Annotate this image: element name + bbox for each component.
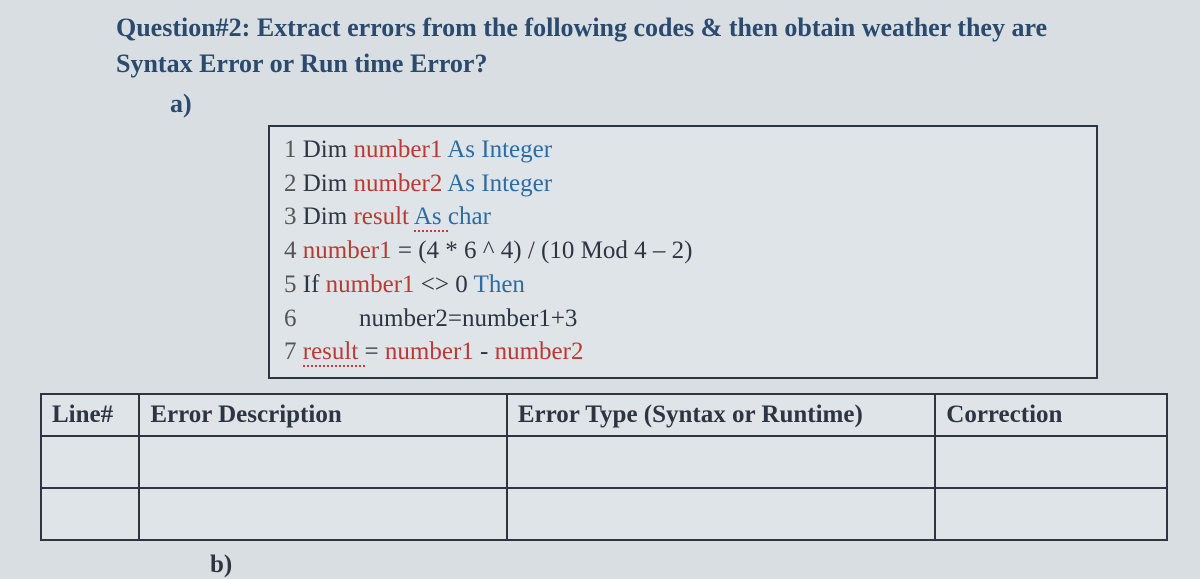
code-token: Integer (481, 136, 552, 163)
table-cell-corr (935, 488, 1167, 540)
code-token: char (448, 203, 491, 230)
error-table: Line# Error Description Error Type (Synt… (40, 393, 1168, 541)
code-token: number2 (353, 170, 447, 197)
table-cell-desc (139, 436, 507, 488)
part-b-label: b) (210, 551, 1170, 579)
code-token: number2=number1+3 (303, 305, 578, 332)
col-header-type: Error Type (Syntax or Runtime) (507, 394, 935, 436)
code-token: As (447, 136, 481, 163)
code-token: As (447, 170, 481, 197)
code-token: As (414, 203, 448, 232)
code-line: 3 Dim result As char (284, 200, 1082, 234)
code-token: Dim (303, 203, 354, 230)
table-cell-line (41, 488, 139, 540)
code-line: 4 number1 = (4 * 6 ^ 4) / (10 Mod 4 – 2) (284, 234, 1082, 268)
table-row (41, 488, 1167, 540)
part-a-label: a) (170, 89, 1170, 119)
code-token: number1 (353, 136, 447, 163)
table-row (41, 436, 1167, 488)
line-number: 3 (284, 203, 303, 230)
table-cell-corr (935, 436, 1167, 488)
question-prompt: Question#2: Extract errors from the foll… (116, 10, 1096, 83)
col-header-line: Line# (41, 394, 139, 436)
code-token: If (303, 271, 326, 298)
table-cell-desc (139, 488, 507, 540)
code-token: = (4 * 6 ^ 4) / (10 Mod 4 – 2) (398, 237, 693, 264)
code-token: Then (474, 271, 525, 298)
table-cell-line (41, 436, 139, 488)
line-number: 1 (284, 136, 303, 163)
code-block: 1 Dim number1 As Integer2 Dim number2 As… (268, 125, 1098, 379)
line-number: 7 (284, 338, 303, 365)
line-number: 5 (284, 271, 303, 298)
line-number: 4 (284, 237, 303, 264)
table-cell-type (507, 436, 935, 488)
table-header-row: Line# Error Description Error Type (Synt… (41, 394, 1167, 436)
code-line: 5 If number1 <> 0 Then (284, 268, 1082, 302)
code-line: 2 Dim number2 As Integer (284, 167, 1082, 201)
code-token: number1 (385, 338, 480, 365)
code-token: = (365, 338, 385, 365)
col-header-description: Error Description (139, 394, 507, 436)
code-token: Dim (303, 170, 354, 197)
line-number: 2 (284, 170, 303, 197)
code-token: <> (421, 271, 455, 298)
col-header-correction: Correction (935, 394, 1167, 436)
table-cell-type (507, 488, 935, 540)
code-token: - (480, 338, 495, 365)
code-token: Integer (481, 170, 552, 197)
code-token: number1 (303, 237, 398, 264)
code-token: number2 (495, 338, 584, 365)
code-token: number1 (326, 271, 421, 298)
code-token: result (303, 338, 365, 367)
line-number: 6 (284, 305, 303, 332)
worksheet-page: Question#2: Extract errors from the foll… (0, 0, 1200, 566)
code-token: 0 (455, 271, 473, 298)
code-token: result (353, 203, 413, 230)
code-token: Dim (303, 136, 354, 163)
code-line: 7 result = number1 - number2 (284, 335, 1082, 369)
code-line: 6 number2=number1+3 (284, 302, 1082, 336)
code-line: 1 Dim number1 As Integer (284, 133, 1082, 167)
